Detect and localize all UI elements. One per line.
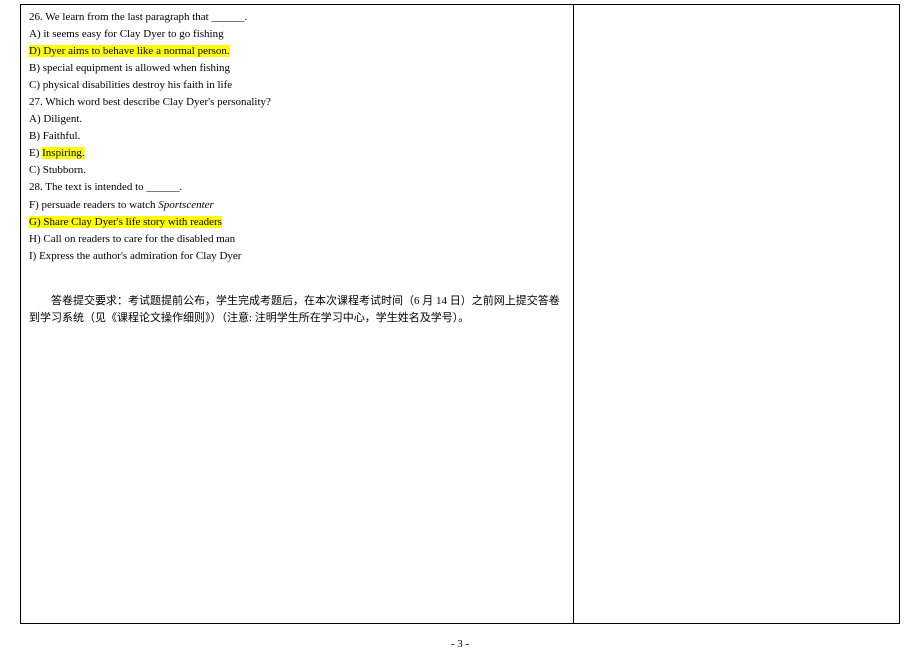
left-column: 26. We learn from the last paragraph tha… bbox=[21, 5, 574, 623]
q28-option-h: H) Call on readers to care for the disab… bbox=[29, 231, 565, 248]
q26-option-a: A) it seems easy for Clay Dyer to go fis… bbox=[29, 26, 565, 43]
q27-option-c: C) Stubborn. bbox=[29, 162, 565, 179]
q26-text: 26. We learn from the last paragraph tha… bbox=[29, 9, 565, 26]
q28-text: 28. The text is intended to ______. bbox=[29, 179, 565, 196]
q27-option-e: E) Inspiring. bbox=[29, 145, 565, 162]
page-container: 26. We learn from the last paragraph tha… bbox=[20, 4, 900, 624]
highlight-answer: Inspiring. bbox=[42, 147, 84, 159]
q28-option-g: G) Share Clay Dyer's life story with rea… bbox=[29, 214, 565, 231]
q28-f-italic: Sportscenter bbox=[158, 199, 214, 211]
q27-text: 27. Which word best describe Clay Dyer's… bbox=[29, 94, 565, 111]
q28-f-prefix: F) persuade readers to watch bbox=[29, 199, 158, 211]
highlight-answer: D) Dyer aims to behave like a normal per… bbox=[29, 45, 230, 57]
highlight-answer: G) Share Clay Dyer's life story with rea… bbox=[29, 216, 222, 228]
q27-option-b: B) Faithful. bbox=[29, 128, 565, 145]
q26-option-d: D) Dyer aims to behave like a normal per… bbox=[29, 43, 565, 60]
submission-instructions: 答卷提交要求：考试题提前公布，学生完成考题后，在本次课程考试时间（6 月 14 … bbox=[29, 293, 565, 328]
q27-option-a: A) Diligent. bbox=[29, 111, 565, 128]
page-number: - 3 - bbox=[0, 638, 920, 650]
q26-option-b: B) special equipment is allowed when fis… bbox=[29, 60, 565, 77]
q28-option-f: F) persuade readers to watch Sportscente… bbox=[29, 197, 565, 214]
q28-option-i: I) Express the author's admiration for C… bbox=[29, 248, 565, 265]
q26-option-c: C) physical disabilities destroy his fai… bbox=[29, 77, 565, 94]
right-column bbox=[574, 5, 899, 623]
